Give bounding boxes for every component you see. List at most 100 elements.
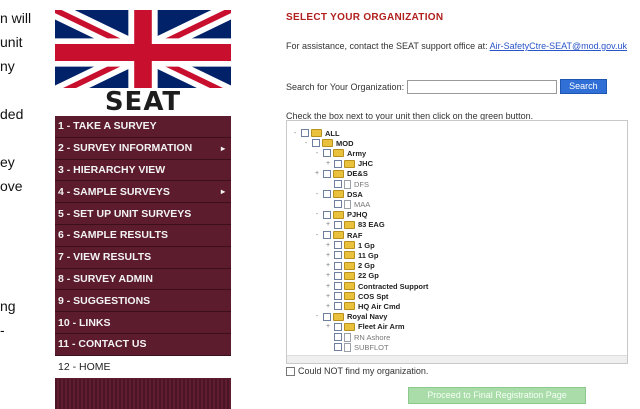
nav-item-suggestions[interactable]: 9 - SUGGESTIONS: [55, 290, 231, 313]
nav-item-view-results[interactable]: 7 - VIEW RESULTS: [55, 246, 231, 269]
tree-checkbox[interactable]: [334, 220, 342, 229]
nav-item-links[interactable]: 10 - LINKS: [55, 312, 231, 334]
tree-node[interactable]: SUBFLOT: [324, 341, 389, 353]
search-label: Search for Your Organization:: [286, 81, 405, 92]
tree-checkbox[interactable]: [334, 180, 342, 188]
nav-item-label: 7 - VIEW RESULTS: [58, 251, 152, 264]
nav-item-sample-surveys[interactable]: 4 - SAMPLE SURVEYS ▸: [55, 181, 231, 204]
tree-checkbox[interactable]: [301, 129, 309, 137]
tree-node-label: Contracted Support: [358, 281, 429, 291]
tree-node-label: JHC: [358, 159, 374, 169]
not-found-checkbox[interactable]: [286, 366, 295, 376]
expand-icon[interactable]: +: [324, 252, 332, 259]
tree-node-label: MOD: [336, 138, 354, 148]
expand-icon[interactable]: +: [313, 170, 321, 177]
page-icon: [344, 199, 351, 209]
tree-node-label: 1 Gp: [358, 240, 375, 250]
horizontal-scrollbar[interactable]: [287, 355, 627, 363]
tree-checkbox[interactable]: [334, 322, 342, 331]
seat-logo: SEAT: [55, 88, 231, 116]
folder-icon: [344, 159, 355, 168]
tree-checkbox[interactable]: [323, 169, 331, 178]
organization-panel: SELECT YOUR ORGANIZATION For assistance,…: [280, 0, 640, 409]
folder-icon: [344, 282, 355, 290]
collapse-icon[interactable]: -: [313, 211, 321, 218]
expand-icon[interactable]: +: [324, 283, 332, 290]
collapse-icon[interactable]: -: [313, 232, 321, 239]
nav-item-survey-admin[interactable]: 8 - SURVEY ADMIN: [55, 268, 231, 291]
tree-checkbox[interactable]: [323, 190, 331, 199]
tree-checkbox[interactable]: [334, 343, 342, 352]
collapse-icon[interactable]: -: [291, 130, 299, 137]
folder-icon: [333, 312, 344, 321]
expand-icon[interactable]: +: [324, 160, 332, 167]
expand-icon[interactable]: +: [324, 323, 332, 330]
left-text-line: ded: [0, 106, 24, 122]
tree-checkbox[interactable]: [323, 149, 331, 158]
tree-checkbox[interactable]: [334, 333, 342, 341]
assistance-text: For assistance, contact the SEAT support…: [286, 41, 634, 52]
not-found-option[interactable]: Could NOT find my organization.: [286, 366, 428, 376]
left-text-line: -: [0, 322, 5, 338]
nav-footer-pattern: [55, 379, 231, 409]
tree-node-label: DE&S: [347, 169, 368, 179]
expand-icon[interactable]: +: [324, 272, 332, 279]
page-icon: [344, 332, 351, 342]
tree-node-label: 11 Gp: [358, 250, 379, 260]
expand-icon[interactable]: +: [324, 293, 332, 300]
tree-checkbox[interactable]: [334, 302, 342, 311]
nav-item-set-up-unit-surveys[interactable]: 5 - SET UP UNIT SURVEYS: [55, 203, 231, 225]
support-email-link[interactable]: Air-SafetyCtre-SEAT@mod.gov.uk: [490, 41, 627, 51]
folder-icon: [333, 190, 344, 199]
nav-item-survey-information[interactable]: 2 - SURVEY INFORMATION ▸: [55, 137, 231, 160]
collapse-icon[interactable]: -: [313, 150, 321, 157]
tree-node-label: COS Spt: [358, 291, 389, 301]
folder-icon: [333, 169, 344, 178]
tree-checkbox[interactable]: [312, 139, 320, 148]
main-nav: 1 - TAKE A SURVEY 2 - SURVEY INFORMATION…: [55, 116, 231, 409]
proceed-button[interactable]: Proceed to Final Registration Page: [408, 387, 586, 404]
tree-checkbox[interactable]: [334, 261, 342, 270]
page-title: SELECT YOUR ORGANIZATION: [286, 12, 444, 23]
tree-checkbox[interactable]: [334, 251, 342, 260]
tree-checkbox[interactable]: [323, 210, 331, 219]
nav-item-label: 8 - SURVEY ADMIN: [58, 272, 153, 285]
nav-item-label: 11 - CONTACT US: [58, 338, 147, 351]
expand-icon[interactable]: +: [324, 262, 332, 269]
nav-item-home[interactable]: 12 - HOME: [55, 355, 231, 378]
tree-checkbox[interactable]: [323, 231, 331, 239]
left-text-line: unit: [0, 34, 23, 50]
left-text-line: ey: [0, 154, 15, 170]
nav-item-contact-us[interactable]: 11 - CONTACT US: [55, 333, 231, 356]
nav-item-label: 10 - LINKS: [58, 316, 111, 329]
tree-checkbox[interactable]: [323, 312, 331, 321]
folder-icon: [333, 210, 344, 219]
folder-icon: [344, 292, 355, 301]
tree-node-label: ALL: [325, 128, 340, 138]
tree-node-label: HQ Air Cmd: [358, 301, 401, 311]
folder-icon: [344, 251, 355, 260]
search-button[interactable]: Search: [560, 79, 607, 94]
expand-icon[interactable]: +: [324, 242, 332, 249]
nav-item-sample-results[interactable]: 6 - SAMPLE RESULTS: [55, 224, 231, 247]
tree-checkbox[interactable]: [334, 159, 342, 168]
nav-item-hierarchy-view[interactable]: 3 - HIERARCHY VIEW: [55, 159, 231, 182]
folder-icon: [344, 261, 355, 270]
collapse-icon[interactable]: -: [313, 191, 321, 198]
left-text-line: n will: [0, 10, 32, 26]
collapse-icon[interactable]: -: [302, 140, 310, 147]
tree-checkbox[interactable]: [334, 282, 342, 290]
tree-checkbox[interactable]: [334, 292, 342, 301]
left-text-line: ove: [0, 178, 23, 194]
expand-icon[interactable]: +: [324, 303, 332, 310]
tree-checkbox[interactable]: [334, 271, 342, 280]
tree-node-label: SUBFLOT: [354, 342, 389, 352]
assistance-label: For assistance, contact the SEAT support…: [286, 41, 488, 51]
tree-checkbox[interactable]: [334, 200, 342, 209]
collapse-icon[interactable]: -: [313, 313, 321, 320]
tree-checkbox[interactable]: [334, 241, 342, 250]
expand-icon[interactable]: +: [324, 221, 332, 228]
nav-item-label: 4 - SAMPLE SURVEYS: [58, 185, 170, 198]
search-input[interactable]: [407, 79, 558, 94]
nav-item-take-survey[interactable]: 1 - TAKE A SURVEY: [55, 116, 231, 138]
